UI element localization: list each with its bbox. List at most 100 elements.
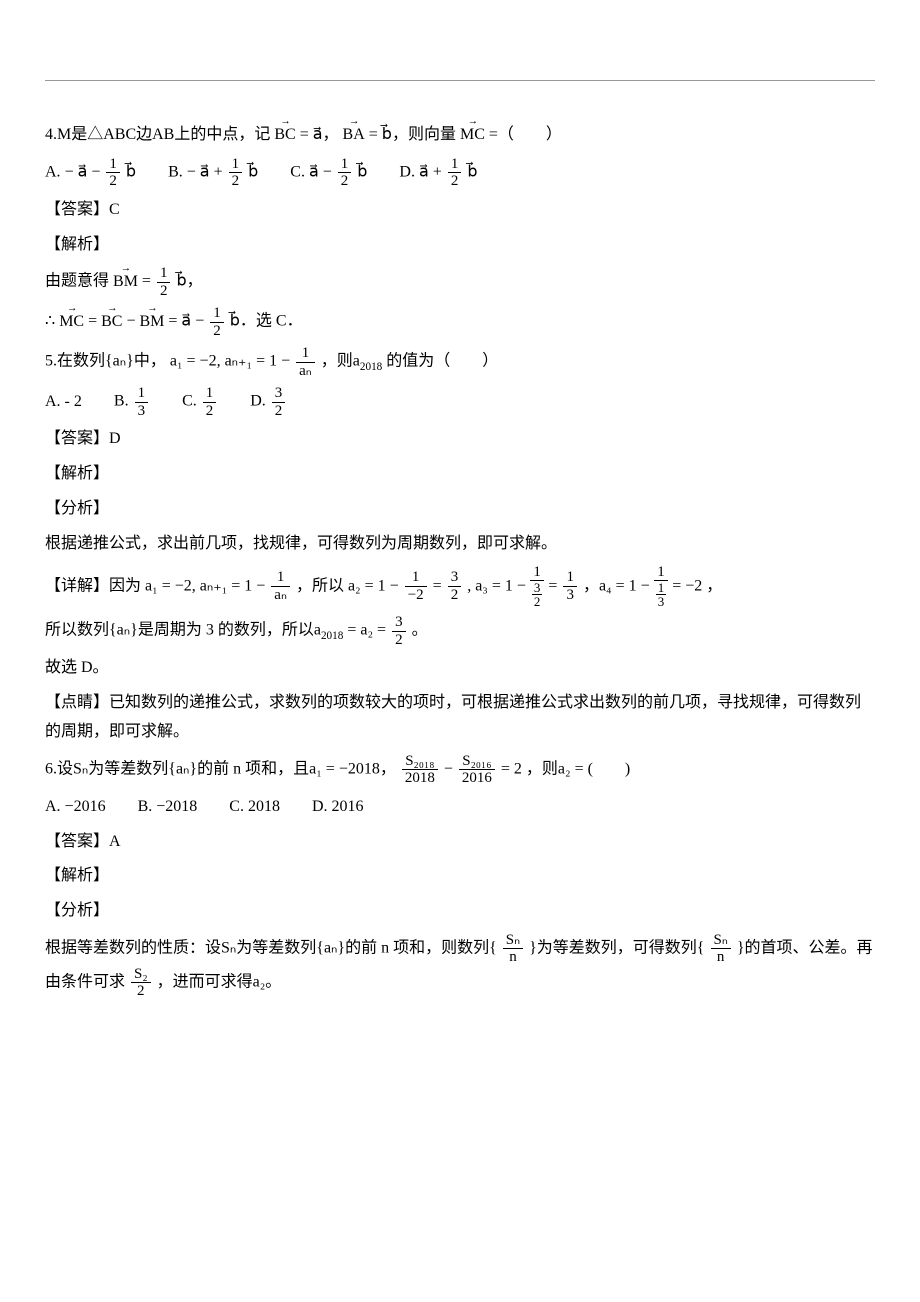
frac: 1aₙ xyxy=(296,345,315,379)
frac: 32 xyxy=(392,614,406,648)
q5-option-c: C. 12 xyxy=(182,385,218,419)
label: B. xyxy=(114,393,133,410)
text: a₁ = −2, aₙ₊₁ = 1 − xyxy=(145,577,269,594)
a3-frac1: 1 32 xyxy=(530,565,545,609)
q5-fx-text: 根据递推公式，求出前几项，找规律，可得数列为周期数列，即可求解。 xyxy=(45,530,875,559)
frac: 12 xyxy=(210,305,224,339)
text-d: ，进而可求得a₂。 xyxy=(157,974,282,991)
frac: 13 xyxy=(135,385,149,419)
q6-option-c: C. 2018 xyxy=(229,793,280,822)
label: D. xyxy=(250,393,270,410)
den: 2 xyxy=(229,173,243,190)
q4-optA-tail: b⃗ xyxy=(126,163,136,180)
den: 2 xyxy=(106,173,120,190)
eq: = xyxy=(142,273,155,290)
den: n xyxy=(503,949,523,966)
q4-optB-text: − a⃗ + xyxy=(187,163,227,180)
eq2: = a⃗ − xyxy=(168,313,208,330)
n: 1 xyxy=(656,581,667,595)
den: 2016 xyxy=(459,770,495,787)
q4-line2: ∴ MC = BC − BM = a⃗ − 12 b⃗．选 C． xyxy=(45,305,875,339)
inner-frac: 13 xyxy=(656,581,667,608)
num: 1 xyxy=(448,156,462,174)
inner-frac: 32 xyxy=(532,581,543,608)
minus: − xyxy=(444,760,457,777)
q5-option-a: A. - 2 xyxy=(45,388,82,417)
num: 1 xyxy=(405,569,427,587)
q4-stem-eq1: = a⃗， xyxy=(300,126,339,143)
q4-optD-text: a⃗ + xyxy=(419,163,446,180)
q5-detail: 【详解】因为 a₁ = −2, aₙ₊₁ = 1 − 1aₙ ，所以 a₂ = … xyxy=(45,565,875,609)
frac1: S₂₀₁₈2018 xyxy=(402,753,438,787)
num: 3 xyxy=(448,569,462,587)
den: 2 xyxy=(131,983,151,1000)
vector-BM: BM xyxy=(113,268,138,297)
den: aₙ xyxy=(271,587,290,604)
q4-option-b: B. − a⃗ + 12 b⃗ xyxy=(168,156,258,190)
text2: a₁ = −2, aₙ₊₁ = 1 − xyxy=(170,353,294,370)
label: C. xyxy=(182,393,201,410)
n: 3 xyxy=(532,581,543,595)
text4: 的值为（ ） xyxy=(386,353,498,370)
num: 1 xyxy=(229,156,243,174)
num: Sₙ xyxy=(711,932,731,950)
text: 所以数列{aₙ}是周期为 3 的数列，所以a xyxy=(45,622,321,639)
q4-optD-frac: 12 xyxy=(448,156,462,190)
text: 5.在数列{aₙ}中， xyxy=(45,353,166,370)
num: 3 xyxy=(392,614,406,632)
q6-option-b: B. −2018 xyxy=(138,793,198,822)
a2-lhs: a₂ = 1 − xyxy=(348,577,403,594)
vector-BA: BA xyxy=(343,121,365,150)
num: 1 xyxy=(203,385,217,403)
q4-analysis-label: 【解析】 xyxy=(45,231,875,260)
vector-MC: MC xyxy=(59,308,84,337)
num: 1 xyxy=(654,565,669,582)
frac: 32 xyxy=(272,385,286,419)
vector-BC: BC xyxy=(274,121,295,150)
text-b: }为等差数列，可得数列{ xyxy=(529,940,704,957)
eq: = −2 xyxy=(672,577,702,594)
q4-option-d: D. a⃗ + 12 b⃗ xyxy=(399,156,477,190)
tail: 。 xyxy=(412,622,428,639)
den: 3 xyxy=(563,587,577,604)
q4-optB-tail: b⃗ xyxy=(248,163,258,180)
q4-optA-label: A. xyxy=(45,163,65,180)
q4-answer: 【答案】C xyxy=(45,196,875,225)
d: 3 xyxy=(656,595,667,608)
num: 1 xyxy=(338,156,352,174)
q6-answer: 【答案】A xyxy=(45,828,875,857)
minus: − xyxy=(126,313,139,330)
q4-optC-frac: 12 xyxy=(338,156,352,190)
sub-2018: 2018 xyxy=(321,630,343,642)
text2: = 2 ，则a₂ = ( ) xyxy=(501,760,630,777)
top-divider xyxy=(45,80,875,81)
q6-fx-text: 根据等差数列的性质：设Sₙ为等差数列{aₙ}的前 n 项和，则数列{ Sₙn }… xyxy=(45,932,875,1000)
num: Sₙ xyxy=(503,932,523,950)
q4-stem-text-a: 4.M是△ABC边AB上的中点，记 xyxy=(45,126,270,143)
num: S₂₀₁₈ xyxy=(402,753,438,771)
q4-optC-label: C. xyxy=(290,163,309,180)
a3-lhs: , a₃ = 1 − xyxy=(467,577,530,594)
num: 1 xyxy=(271,569,290,587)
q5-answer: 【答案】D xyxy=(45,425,875,454)
tail: b⃗．选 C． xyxy=(230,313,303,330)
den: −2 xyxy=(405,587,427,604)
a3-frac2: 13 xyxy=(563,569,577,603)
num: 1 xyxy=(296,345,315,363)
q4-optD-tail: b⃗ xyxy=(467,163,477,180)
q4-stem-eq2: = b⃗，则向量 xyxy=(369,126,456,143)
num: 1 xyxy=(157,265,171,283)
num: 3 xyxy=(272,385,286,403)
den: 3 xyxy=(135,403,149,420)
q4-optB-label: B. xyxy=(168,163,187,180)
q5-period: 所以数列{aₙ}是周期为 3 的数列，所以a2018 = a₂ = 32 。 xyxy=(45,614,875,648)
den: 2 xyxy=(157,283,171,300)
eq: = xyxy=(548,577,561,594)
frac: 12 xyxy=(203,385,217,419)
text: 由题意得 xyxy=(45,273,109,290)
label: 【详解】因为 xyxy=(45,577,141,594)
q4-options: A. − a⃗ − 12 b⃗ B. − a⃗ + 12 b⃗ C. a⃗ − … xyxy=(45,156,875,190)
num: 1 xyxy=(563,569,577,587)
frac-s2: S₂2 xyxy=(131,966,151,1000)
tail: ， xyxy=(706,577,722,594)
